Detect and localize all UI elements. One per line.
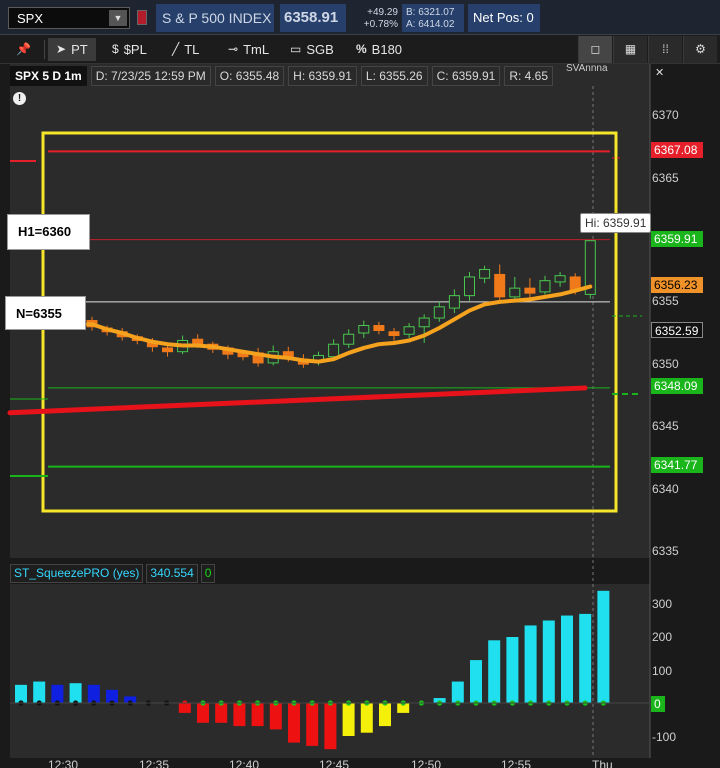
time-tick: 12:40 — [229, 758, 260, 768]
candle-body — [494, 273, 506, 298]
squeeze-bar — [215, 703, 228, 723]
price-pane[interactable] — [10, 64, 650, 558]
study-header: ST_SqueezePRO (yes) 340.554 0 — [10, 564, 216, 583]
chart-symbol[interactable]: SPX 5 D 1m — [10, 66, 87, 86]
alert-icon[interactable]: ! — [13, 92, 26, 105]
candle-body — [539, 280, 551, 293]
squeeze-bar — [251, 703, 264, 727]
candle-body — [358, 325, 370, 334]
squeeze-bar — [451, 681, 464, 703]
candle-body — [162, 347, 173, 353]
squeeze-bar — [233, 703, 246, 727]
chart-canvas[interactable] — [0, 0, 720, 768]
price-tag-upper-red: 6367.08 — [651, 142, 703, 158]
time-tick: 12:55 — [501, 758, 532, 768]
squeeze-bar — [542, 620, 555, 703]
chart-close: C: 6359.91 — [431, 66, 501, 86]
candle-body — [388, 331, 400, 336]
price-tag-cursor: 6352.59 — [651, 322, 703, 338]
price-tick: 6345 — [652, 419, 679, 433]
candle-body — [433, 306, 445, 319]
squeeze-bar — [597, 590, 610, 703]
squeeze-bar — [51, 684, 64, 703]
study-tick: -100 — [652, 730, 677, 744]
squeeze-bar — [579, 613, 592, 703]
time-tick: 12:30 — [48, 758, 79, 768]
price-tick: 6370 — [652, 108, 679, 122]
time-tick: Thu — [592, 758, 613, 768]
study-value: 340.554 — [146, 564, 198, 583]
price-tag-lower-green: 6341.77 — [651, 457, 703, 473]
price-tag-mid-green: 6348.09 — [651, 378, 703, 394]
squeeze-bar — [269, 703, 282, 730]
squeeze-bar — [379, 703, 391, 727]
time-tick: 12:45 — [319, 758, 350, 768]
candle-body — [509, 287, 521, 298]
study-zero-tag: 0 — [651, 696, 665, 712]
candle-body — [418, 317, 430, 328]
time-tick: 12:35 — [139, 758, 170, 768]
chart-range: R: 4.65 — [504, 66, 554, 86]
chart-high: H: 6359.91 — [288, 66, 357, 86]
squeeze-bar — [69, 683, 82, 703]
price-tick: 6355 — [652, 294, 679, 308]
chart-header: SPX 5 D 1m D: 7/23/25 12:59 PM O: 6355.4… — [10, 66, 554, 86]
squeeze-bar — [506, 637, 519, 703]
squeeze-bar — [15, 684, 27, 703]
candle-body — [464, 276, 475, 297]
clipped-label: SVAnnna — [566, 63, 608, 74]
study-tick: 100 — [652, 664, 673, 678]
chart-low: L: 6355.26 — [360, 66, 428, 86]
price-tick: 6335 — [652, 544, 679, 558]
squeeze-bar — [197, 703, 209, 723]
study-name[interactable]: ST_SqueezePRO (yes) — [10, 564, 144, 583]
squeeze-bar — [524, 625, 537, 703]
chart-date: D: 7/23/25 12:59 PM — [90, 66, 211, 86]
candle-body — [524, 287, 536, 294]
squeeze-bar — [288, 703, 300, 743]
high-tooltip: Hi: 6359.91 — [580, 213, 652, 233]
study-signal: 0 — [200, 564, 216, 583]
squeeze-bar — [488, 640, 501, 703]
price-tick: 6350 — [652, 357, 679, 371]
squeeze-bar — [33, 681, 46, 703]
study-tick: 300 — [652, 597, 673, 611]
squeeze-bar — [324, 703, 337, 750]
collapse-icon[interactable]: ✕ — [655, 66, 664, 79]
candle-body — [479, 268, 491, 279]
time-tick: 12:50 — [411, 758, 442, 768]
price-tick: 6365 — [652, 171, 679, 185]
price-tag-last: 6359.91 — [651, 231, 703, 247]
candle-body — [328, 343, 340, 358]
candle-body — [403, 326, 415, 335]
squeeze-bar — [306, 703, 319, 746]
candle-body — [554, 275, 566, 283]
candle-body — [373, 325, 385, 332]
candle-body — [448, 295, 460, 309]
h1-label[interactable]: H1=6360 — [7, 214, 90, 250]
squeeze-bar — [360, 703, 373, 733]
n-label[interactable]: N=6355 — [5, 296, 86, 330]
price-tag-orange-ma: 6356.23 — [651, 277, 703, 293]
chart-open: O: 6355.48 — [214, 66, 285, 86]
squeeze-bar — [561, 615, 573, 703]
squeeze-bar — [342, 703, 355, 736]
candle-body — [343, 333, 355, 345]
study-tick: 200 — [652, 630, 673, 644]
price-tick: 6340 — [652, 482, 679, 496]
squeeze-bar — [470, 660, 482, 703]
squeeze-bar — [87, 684, 100, 703]
